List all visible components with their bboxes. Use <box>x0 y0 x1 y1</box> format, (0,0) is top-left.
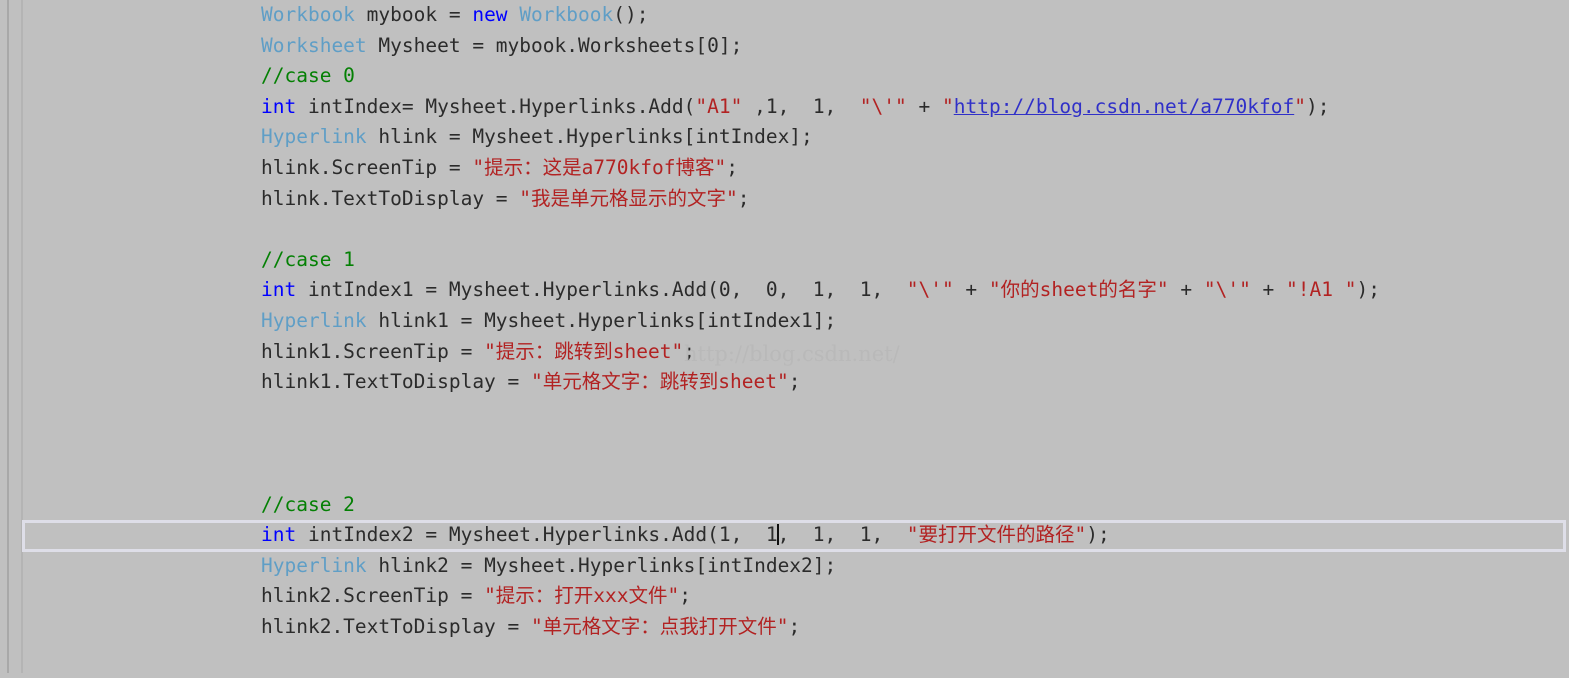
code-token-plain: ; <box>737 186 750 210</box>
code-token-string: "单元格文字：点我打开文件" <box>531 614 789 638</box>
code-token-plain: ); <box>1086 523 1110 547</box>
code-line[interactable]: hlink1.TextToDisplay = "单元格文字：跳转到sheet"; <box>0 367 1569 398</box>
code-hyperlink[interactable]: http://blog.csdn.net/a770kfof <box>954 95 1294 118</box>
code-token-comment: //case 0 <box>261 64 355 88</box>
code-token-keyword: int <box>261 278 297 302</box>
code-text-area[interactable]: Workbook mybook = new Workbook(); Workshe… <box>0 0 1569 642</box>
code-token-string: "提示：打开xxx文件" <box>484 584 680 608</box>
code-token-string: "你的sheet的名字" <box>988 278 1169 302</box>
code-token-plain: ); <box>1305 94 1330 118</box>
code-line[interactable]: Hyperlink hlink = Mysheet.Hyperlinks[int… <box>0 122 1569 153</box>
code-token-type: Hyperlink <box>261 553 367 577</box>
code-editor[interactable]: Workbook mybook = new Workbook(); Workshe… <box>0 0 1569 678</box>
code-line-active[interactable]: int intIndex2 = Mysheet.Hyperlinks.Add(1… <box>0 520 1569 553</box>
code-line[interactable]: hlink.ScreenTip = "提示：这是a770kfof博客"; <box>0 153 1569 184</box>
code-token-plain: ; <box>726 155 738 179</box>
code-token-type: Hyperlink <box>261 308 367 332</box>
code-line[interactable]: //case 1 <box>0 245 1569 276</box>
code-line[interactable]: hlink2.TextToDisplay = "单元格文字：点我打开文件"; <box>0 612 1569 643</box>
code-token-plain: hlink2 = Mysheet.Hyperlinks[intIndex2]; <box>366 553 837 577</box>
code-line[interactable]: //case 0 <box>0 61 1569 92</box>
code-token-string: "\'" <box>859 94 907 118</box>
code-token-plain: , 1, 1, <box>777 523 907 547</box>
code-token-plain: mybook = <box>354 3 473 26</box>
code-token-string: "提示：跳转到sheet" <box>484 339 684 363</box>
code-line[interactable]: hlink1.ScreenTip = "提示：跳转到sheet"; <box>0 337 1569 368</box>
code-token-plain: hlink.TextToDisplay = <box>261 186 520 210</box>
code-token-type: Workbook <box>261 3 355 26</box>
code-token-string: "A1" <box>695 94 743 118</box>
code-token-keyword: int <box>261 523 297 547</box>
code-line[interactable] <box>0 428 1569 459</box>
code-token-plain: ; <box>788 370 801 394</box>
code-line[interactable] <box>0 214 1569 245</box>
code-token-plain: ,1, 1, <box>742 94 860 118</box>
code-token-string: "\'" <box>906 278 954 302</box>
code-token-plain: Mysheet = mybook.Worksheets[0]; <box>366 33 743 57</box>
code-token-keyword: int <box>261 94 297 118</box>
code-token-string: " <box>941 94 954 118</box>
code-line[interactable] <box>0 459 1569 490</box>
code-token-plain: ; <box>683 339 695 363</box>
code-token-plain: + <box>1250 278 1287 302</box>
code-token-plain: hlink1 = Mysheet.Hyperlinks[intIndex1]; <box>366 308 837 332</box>
code-token-string: "要打开文件的路径" <box>906 523 1087 547</box>
code-line[interactable]: hlink2.ScreenTip = "提示：打开xxx文件"; <box>0 581 1569 612</box>
code-token-plain: (); <box>613 3 649 26</box>
code-token-plain: hlink2.ScreenTip = <box>261 584 485 608</box>
code-line[interactable]: Worksheet Mysheet = mybook.Worksheets[0]… <box>0 31 1569 62</box>
code-token-comment: //case 1 <box>261 247 355 271</box>
code-token-plain: + <box>1168 278 1204 302</box>
code-token-string: " <box>1294 94 1306 118</box>
code-token-plain: hlink1.TextToDisplay = <box>261 370 532 394</box>
code-line[interactable]: Hyperlink hlink2 = Mysheet.Hyperlinks[in… <box>0 551 1569 582</box>
code-token-plain: intIndex2 = Mysheet.Hyperlinks.Add(1, 1 <box>296 523 778 547</box>
code-line[interactable]: Hyperlink hlink1 = Mysheet.Hyperlinks[in… <box>0 306 1569 337</box>
code-line[interactable]: //case 2 <box>0 490 1569 521</box>
code-line[interactable]: int intIndex= Mysheet.Hyperlinks.Add("A1… <box>0 92 1569 123</box>
code-line[interactable]: Workbook mybook = new Workbook(); <box>0 0 1569 31</box>
code-token-plain: hlink.ScreenTip = <box>261 155 473 179</box>
code-token-plain: hlink = Mysheet.Hyperlinks[intIndex]; <box>366 125 813 149</box>
code-token-plain: hlink1.ScreenTip = <box>261 339 485 363</box>
code-token-plain: intIndex1 = Mysheet.Hyperlinks.Add(0, 0,… <box>296 278 907 302</box>
code-token-keyword: new <box>472 3 508 26</box>
code-token-type: Hyperlink <box>261 125 367 149</box>
code-token-string: "\'" <box>1203 278 1251 302</box>
code-line[interactable]: int intIndex1 = Mysheet.Hyperlinks.Add(0… <box>0 275 1569 306</box>
code-token-plain: ; <box>679 584 692 608</box>
code-token-plain: hlink2.TextToDisplay = <box>261 614 532 638</box>
code-token-string: "!A1 " <box>1286 278 1357 302</box>
code-token-plain: + <box>953 278 989 302</box>
code-token-plain: + <box>906 94 942 118</box>
code-token-plain: ); <box>1356 278 1380 302</box>
code-line[interactable]: hlink.TextToDisplay = "我是单元格显示的文字"; <box>0 184 1569 215</box>
code-token-string: "提示：这是a770kfof博客" <box>472 155 727 179</box>
code-token-string: "我是单元格显示的文字" <box>519 186 738 210</box>
code-token-string: "单元格文字：跳转到sheet" <box>531 370 789 394</box>
code-token-type: Workbook <box>519 3 614 26</box>
code-token-plain: intIndex= Mysheet.Hyperlinks.Add( <box>296 94 696 118</box>
code-token-comment: //case 2 <box>261 492 355 516</box>
code-token-plain: ; <box>788 614 801 638</box>
code-token-type: Worksheet <box>261 33 367 57</box>
code-line[interactable] <box>0 398 1569 429</box>
